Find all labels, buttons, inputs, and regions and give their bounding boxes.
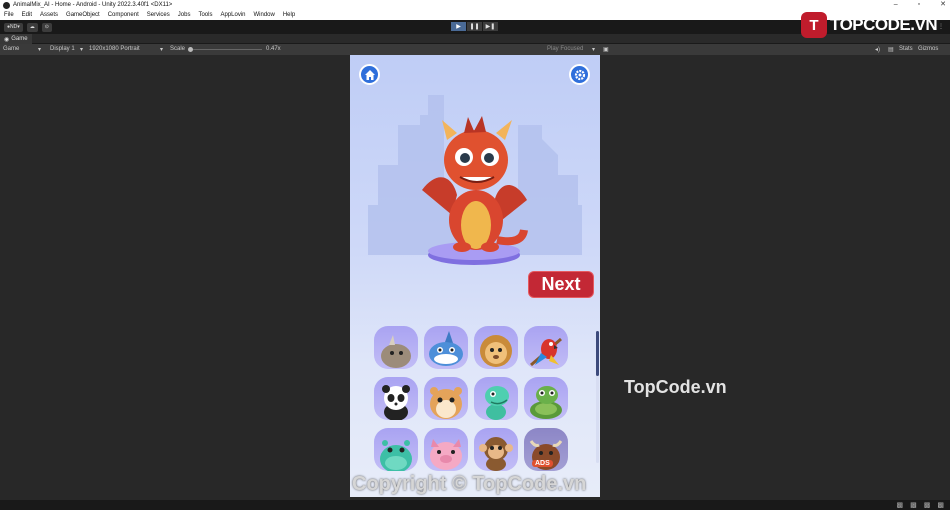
shark-icon [429,331,463,366]
menu-help[interactable]: Help [283,12,295,18]
menu-window[interactable]: Window [254,12,275,18]
scale-label: Scale [170,46,186,52]
topcode-logo: T TOPCODE.VN [801,12,938,38]
animal-tile-lion[interactable] [474,326,518,369]
close-icon[interactable]: ✕ [940,0,946,10]
home-button[interactable] [359,64,380,85]
scale-slider-track[interactable] [190,49,262,50]
cloud-icon[interactable]: ☁ [26,22,38,32]
settings-button[interactable] [569,64,590,85]
menu-component[interactable]: Component [108,12,139,18]
animal-tile-panda[interactable] [374,377,418,420]
menu-edit[interactable]: Edit [22,12,32,18]
animal-grid: ADS [374,326,574,471]
menu-applovin[interactable]: AppLovin [220,12,245,18]
menu-assets[interactable]: Assets [40,12,58,18]
resolution-select-chevron-icon[interactable]: ▾ [160,46,163,53]
account-button[interactable]: ● ND ▾ [4,22,23,32]
animal-tile-bull[interactable]: ADS [524,428,568,471]
vsync-icon[interactable]: ▤ [888,46,894,53]
grid-scrollbar-thumb[interactable] [596,331,599,376]
scale-slider-handle[interactable] [188,47,193,52]
next-button[interactable]: Next [528,271,594,298]
parrot-icon [530,337,562,367]
animal-tile-parrot[interactable] [524,326,568,369]
game-tab-icon: ◉ [4,36,10,43]
account-label: ND [10,24,18,30]
hippo-icon [380,440,412,471]
window-title: AnimalMix_AI - Home - Android - Unity 20… [13,2,173,8]
animal-tile-hamster[interactable] [424,377,468,420]
game-screen: Next ADS [350,55,600,497]
gear-icon [574,69,585,80]
maximize-icon[interactable]: ▫ [918,0,920,10]
rhino-icon [381,335,411,368]
display-select-chevron-icon[interactable]: ▾ [80,46,83,53]
menu-gameobject[interactable]: GameObject [66,12,100,18]
animal-tile-shark[interactable] [424,326,468,369]
panda-icon [382,385,410,420]
monkey-icon [479,437,513,471]
status-icon-2[interactable]: ▩ [910,501,917,509]
status-icon-3[interactable]: ▩ [924,501,931,509]
dinosaur-icon [485,386,509,420]
resolution-select[interactable]: 1920x1080 Portrait [89,46,140,52]
pause-button[interactable]: ❚❚ [467,22,482,31]
step-button[interactable]: ▶❚ [483,22,498,31]
tab-game-label: Game [11,36,28,42]
scale-value: 0.47x [266,46,281,52]
toolbar-more-icon[interactable]: ⋮ [938,23,944,30]
status-icon-1[interactable]: ▩ [897,501,904,509]
play-focused-chevron-icon[interactable]: ▾ [592,46,595,53]
turtle-icon [530,386,562,419]
menu-file[interactable]: File [4,12,14,18]
ads-badge: ADS [532,460,553,467]
minimize-icon[interactable]: – [894,0,898,10]
dragon-character [422,116,528,265]
unity-icon [3,1,10,9]
menu-tools[interactable]: Tools [198,12,212,18]
pig-icon [430,439,462,470]
menu-services[interactable]: Services [147,12,170,18]
watermark-copyright: Copyright © TopCode.vn [352,473,587,495]
animal-tile-dinosaur[interactable] [474,377,518,420]
animal-tile-hippo[interactable] [374,428,418,471]
topcode-logo-mark: T [801,12,827,38]
status-icon-4[interactable]: ▩ [937,501,944,509]
topcode-logo-text: TOPCODE.VN [830,15,938,34]
watermark-center: TopCode.vn [624,377,727,397]
window-titlebar: AnimalMix_AI - Home - Android - Unity 20… [0,0,950,10]
play-button[interactable]: ▶ [451,22,466,31]
play-focused-select[interactable]: Play Focused [547,46,583,52]
animal-tile-rhino[interactable] [374,326,418,369]
collab-icon[interactable]: ⊙ [41,22,52,32]
animal-tile-pig[interactable] [424,428,468,471]
stats-button[interactable]: Stats [899,46,913,52]
home-icon [364,69,375,80]
game-view-toolbar: Game ▾ Display 1 ▾ 1920x1080 Portrait ▾ … [0,44,950,55]
status-bar: ▩ ▩ ▩ ▩ [0,500,950,510]
display-select[interactable]: Display 1 [50,46,75,52]
game-select-chevron-icon[interactable]: ▾ [38,46,41,53]
animal-tile-turtle[interactable] [524,377,568,420]
menu-jobs[interactable]: Jobs [178,12,191,18]
hamster-icon [430,387,462,419]
animal-tile-monkey[interactable] [474,428,518,471]
audio-icon[interactable]: ◂) [875,46,880,53]
tab-game[interactable]: ◉ Game [0,34,32,44]
gizmos-button[interactable]: Gizmos [918,46,938,52]
game-select[interactable]: Game [3,46,19,52]
lion-icon [480,335,512,367]
mute-toggle-icon[interactable]: ▣ [603,46,609,53]
